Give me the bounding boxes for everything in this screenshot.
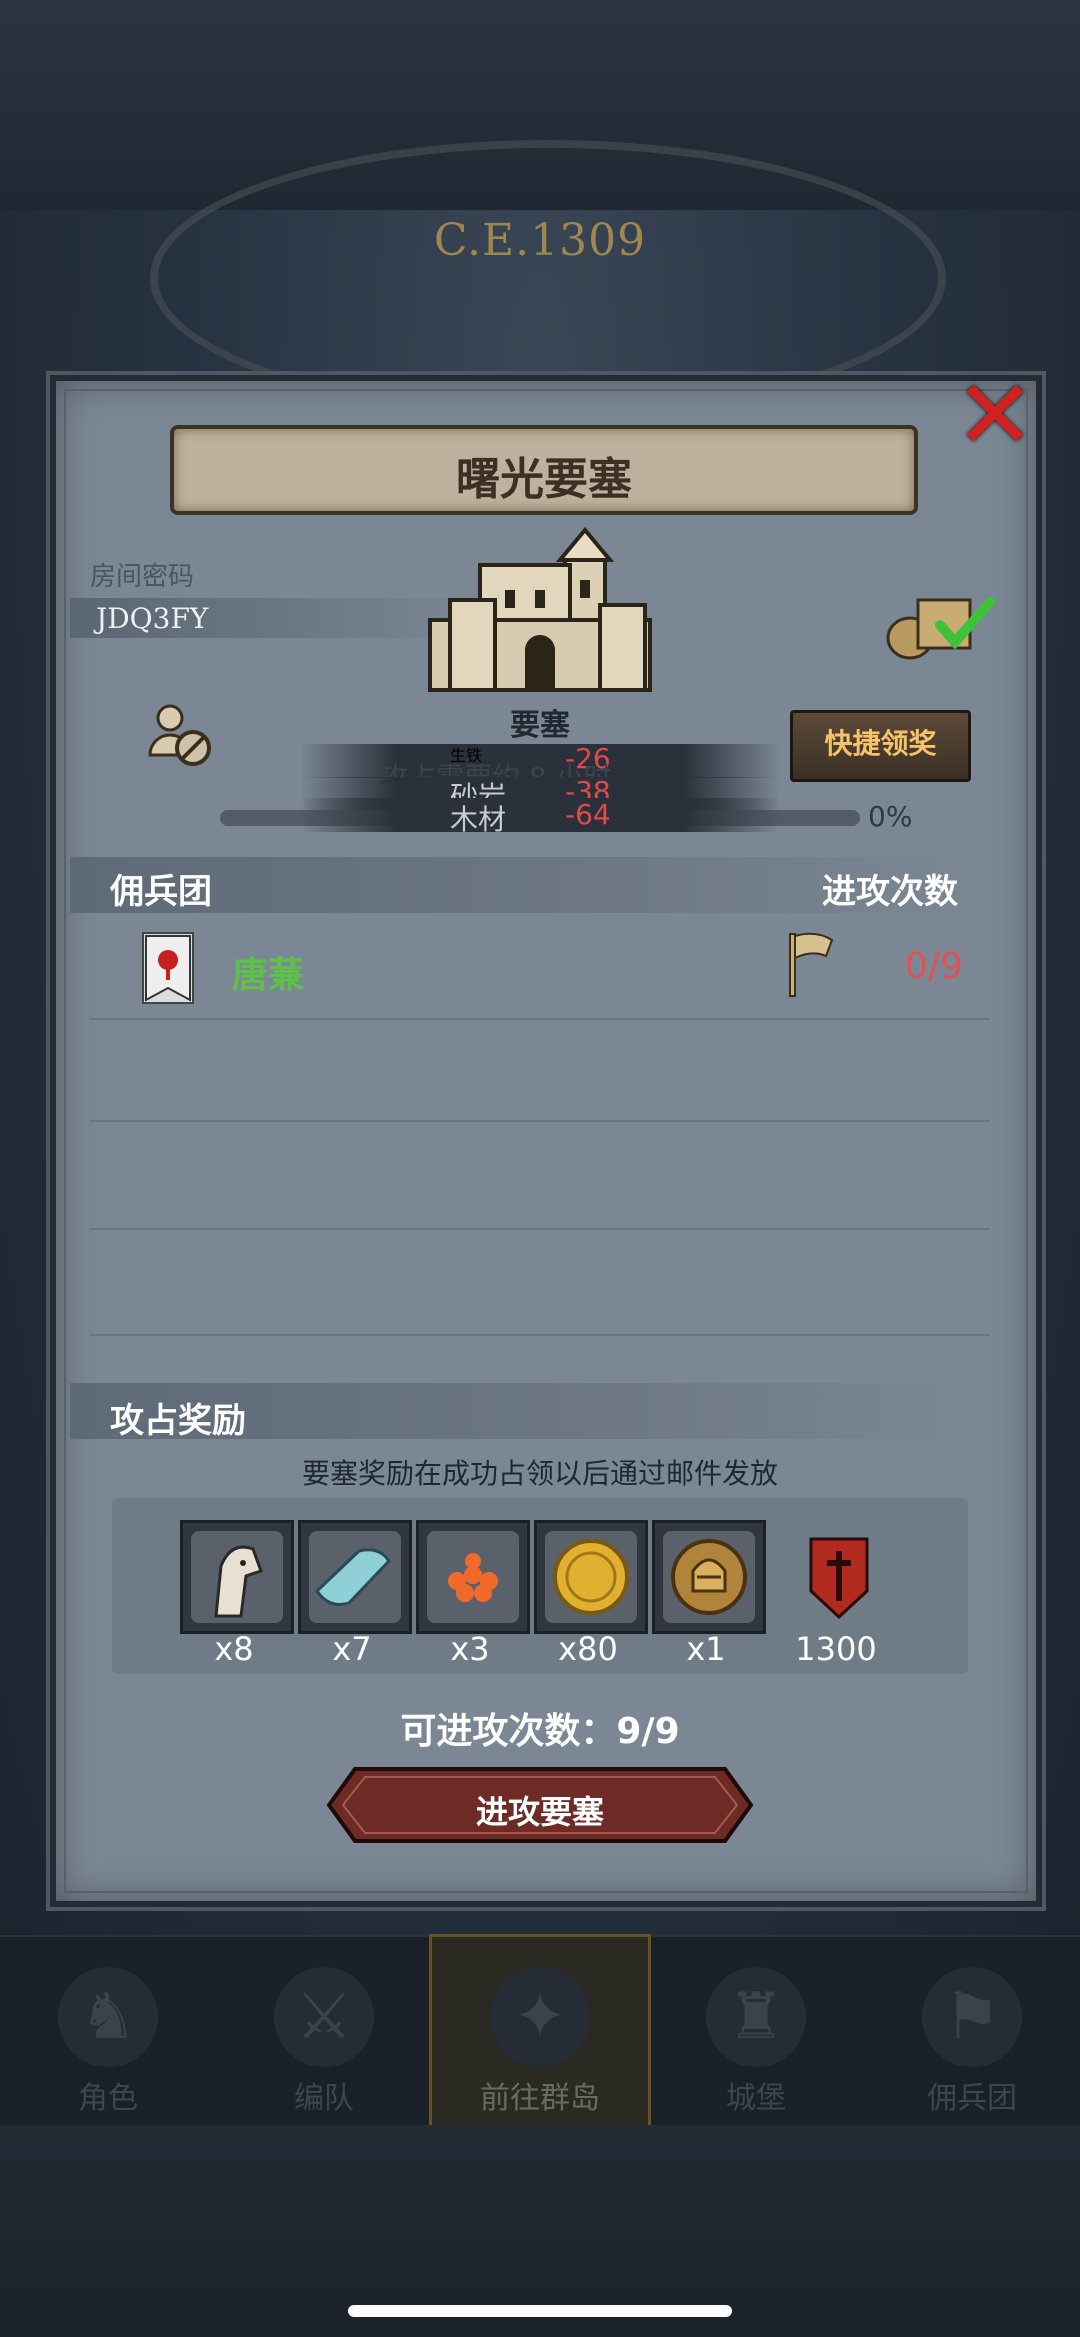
helmet-coin-icon [663,1531,755,1623]
reward-slot[interactable] [298,1520,412,1634]
era-label: C.E.1309 [433,215,647,266]
reward-count: 1300 [795,1630,877,1668]
mercenary-attack-count: 0/9 [905,946,963,987]
reward-count: x1 [686,1630,726,1668]
reward-panel: x8 x7 x3 x80 x1 1300 [112,1498,968,1674]
fortress-type-label: 要塞 [510,708,570,743]
quick-claim-label: 快捷领奖 [824,727,937,760]
reward-count: x3 [450,1630,490,1668]
nav-label: 城堡 [726,2081,786,2116]
nav-item-mercenary[interactable]: ⚑ 佣兵团 [864,1937,1080,2127]
resource-row [300,798,780,832]
reward-slot[interactable] [534,1520,648,1634]
quick-claim-button[interactable]: 快捷领奖 [790,710,971,782]
row-divider [90,1228,990,1230]
close-icon[interactable]: ✕ [950,367,1040,463]
nav-label: 前往群岛 [480,2081,600,2116]
resource-cost: -64 [565,798,611,831]
available-attacks: 可进攻次数：9/9 [400,1711,680,1752]
reward-slot[interactable] [416,1520,530,1634]
nav-label: 佣兵团 [927,2081,1017,2116]
reward-slot[interactable] [652,1520,766,1634]
nav-item-character[interactable]: ♞ 角色 [0,1937,216,2127]
no-user-icon [148,704,211,766]
attack-button-label: 进攻要塞 [475,1793,604,1831]
attack-count-title: 进攻次数 [822,872,958,912]
nav-label: 角色 [78,2081,138,2116]
reward-count: x7 [332,1630,372,1668]
reward-section-title: 攻占奖励 [110,1401,246,1441]
dialog-title: 曙光要塞 [456,454,632,505]
progress-percent: 0% [868,800,913,833]
room-code-label: 房间密码 [90,562,195,592]
mercenary-name[interactable]: 唐蒹 [232,946,304,998]
mercenary-banner-icon [142,932,194,1004]
mercenary-icon: ⚑ [922,1967,1022,2067]
castle-icon: ♜ [706,1967,806,2067]
home-indicator[interactable] [348,2305,732,2317]
nav-item-islands[interactable]: ✦ 前往群岛 [429,1934,651,2130]
bottom-nav: ♞ 角色 ⚔ 编队 ✦ 前往群岛 ♜ 城堡 ⚑ 佣兵团 [0,1934,1080,2130]
reward-slot[interactable] [782,1520,896,1634]
berries-icon [427,1531,519,1623]
formation-icon: ⚔ [274,1967,374,2067]
resource-name: 木材 [450,803,507,836]
mercenary-section-title: 佣兵团 [110,872,212,912]
row-divider [90,1120,990,1122]
fortress-icon [428,526,652,692]
guild-shield-icon [809,1537,869,1620]
reward-count: x8 [214,1630,254,1668]
flag-icon [789,932,834,997]
cloth-icon [309,1531,401,1623]
compass-icon: ✦ [490,1967,590,2067]
row-divider [90,1018,990,1020]
reward-count: x80 [558,1630,618,1668]
nav-item-formation[interactable]: ⚔ 编队 [216,1937,432,2127]
horse-icon [191,1531,283,1623]
character-icon: ♞ [58,1967,158,2067]
reward-slot[interactable] [180,1520,294,1634]
gold-coin-icon [545,1531,637,1623]
row-divider [90,1334,990,1336]
claim-status-icon[interactable] [880,590,1000,660]
reward-note: 要塞奖励在成功占领以后通过邮件发放 [301,1457,778,1490]
nav-label: 编队 [294,2081,354,2116]
title-plaque: 曙光要塞 [170,425,918,515]
nav-item-castle[interactable]: ♜ 城堡 [648,1937,864,2127]
room-code[interactable]: JDQ3FY [96,602,208,635]
